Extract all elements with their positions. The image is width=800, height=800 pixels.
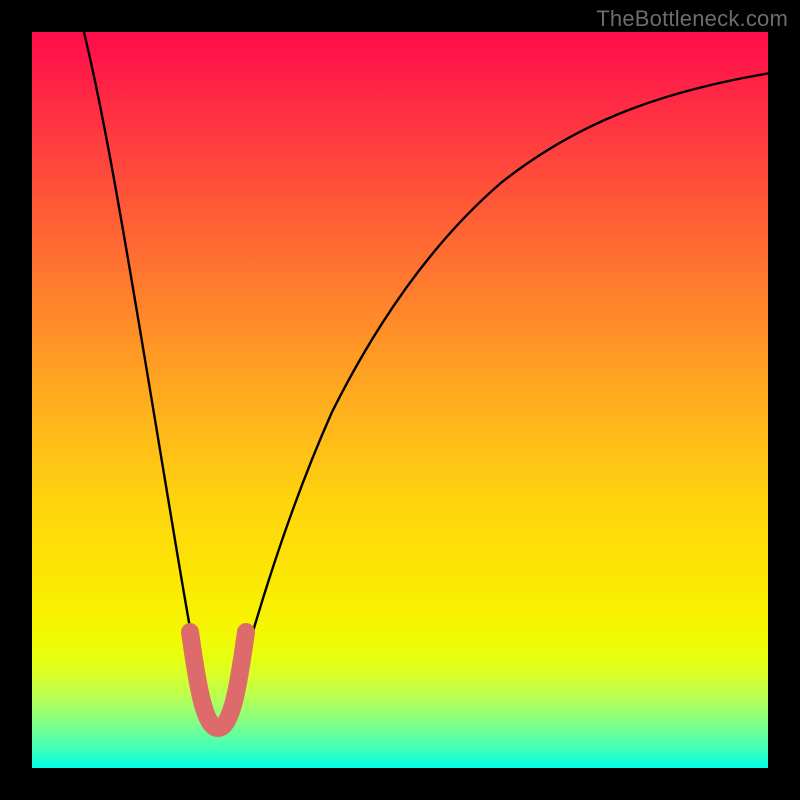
chart-frame: TheBottleneck.com <box>0 0 800 800</box>
watermark-text: TheBottleneck.com <box>596 6 788 32</box>
curve-layer <box>32 32 768 768</box>
plot-area <box>32 32 768 768</box>
bottleneck-curve <box>76 32 768 727</box>
valley-highlight <box>190 632 246 728</box>
